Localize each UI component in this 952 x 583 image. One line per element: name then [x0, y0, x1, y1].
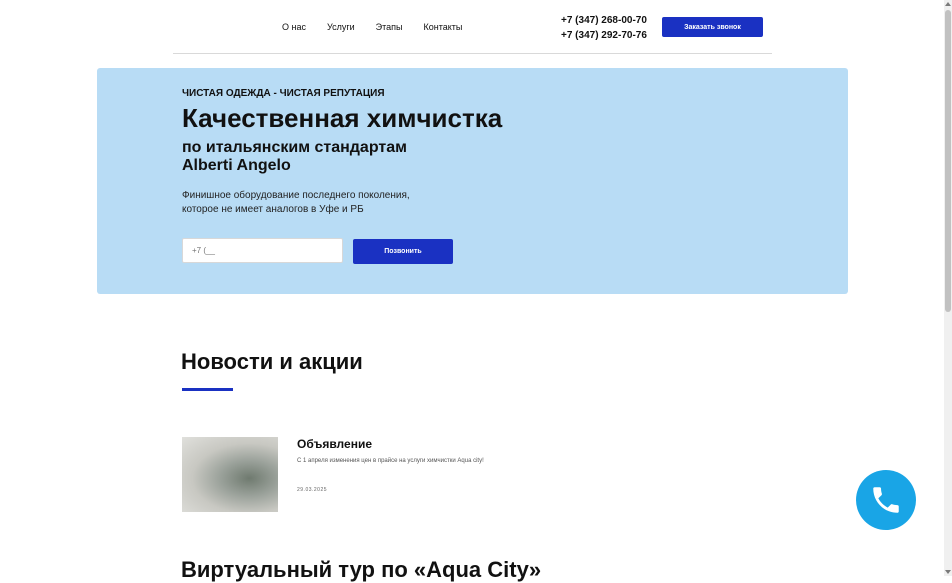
scroll-down-arrow-icon[interactable]	[945, 570, 951, 574]
news-title-underline	[182, 388, 233, 391]
call-fab-button[interactable]	[856, 470, 916, 530]
hero-eyebrow: ЧИСТАЯ ОДЕЖДА - ЧИСТАЯ РЕПУТАЦИЯ	[182, 88, 385, 99]
scrollbar-thumb[interactable]	[945, 10, 951, 312]
news-item-date: 29.03.2025	[297, 487, 328, 493]
order-callback-button[interactable]: Заказать звонок	[662, 17, 763, 37]
phone-number-1[interactable]: +7 (347) 268-00-70	[561, 13, 647, 28]
hero-title: Качественная химчистка	[182, 103, 503, 133]
news-section-title: Новости и акции	[181, 349, 363, 374]
hero-description-line-1: Финишное оборудование последнего поколен…	[182, 190, 410, 201]
nav-item-contacts[interactable]: Контакты	[424, 22, 463, 32]
news-item-image[interactable]	[182, 437, 278, 512]
hero-description: Финишное оборудование последнего поколен…	[182, 189, 410, 217]
hero-description-line-2: которое не имеет аналогов в Уфе и РБ	[182, 204, 364, 215]
call-button[interactable]: Позвонить	[353, 239, 453, 264]
phone-number-2[interactable]: +7 (347) 292-70-76	[561, 28, 647, 43]
virtual-tour-title: Виртуальный тур по «Aqua City»	[181, 557, 542, 582]
phone-icon	[873, 487, 899, 513]
site-header: О нас Услуги Этапы Контакты +7 (347) 268…	[0, 0, 944, 56]
hero-banner: ЧИСТАЯ ОДЕЖДА - ЧИСТАЯ РЕПУТАЦИЯ Качеств…	[97, 68, 848, 294]
news-item-text: С 1 апреля изменения цен в прайсе на усл…	[297, 458, 484, 464]
phone-input[interactable]	[182, 238, 343, 263]
scroll-up-arrow-icon[interactable]	[945, 2, 951, 6]
main-nav: О нас Услуги Этапы Контакты	[282, 22, 483, 32]
hero-subtitle-line-2: Alberti Angelo	[182, 157, 291, 174]
nav-item-stages[interactable]: Этапы	[376, 22, 403, 32]
nav-item-services[interactable]: Услуги	[327, 22, 355, 32]
hero-subtitle-line-1: по итальянским стандартам	[182, 139, 407, 156]
news-item-title[interactable]: Объявление	[297, 437, 372, 451]
header-divider	[173, 53, 772, 54]
page-scrollbar[interactable]	[944, 0, 952, 576]
nav-item-about[interactable]: О нас	[282, 22, 306, 32]
header-phones: +7 (347) 268-00-70 +7 (347) 292-70-76	[561, 13, 647, 43]
hero-subtitle: по итальянским стандартам Alberti Angelo	[182, 139, 407, 175]
